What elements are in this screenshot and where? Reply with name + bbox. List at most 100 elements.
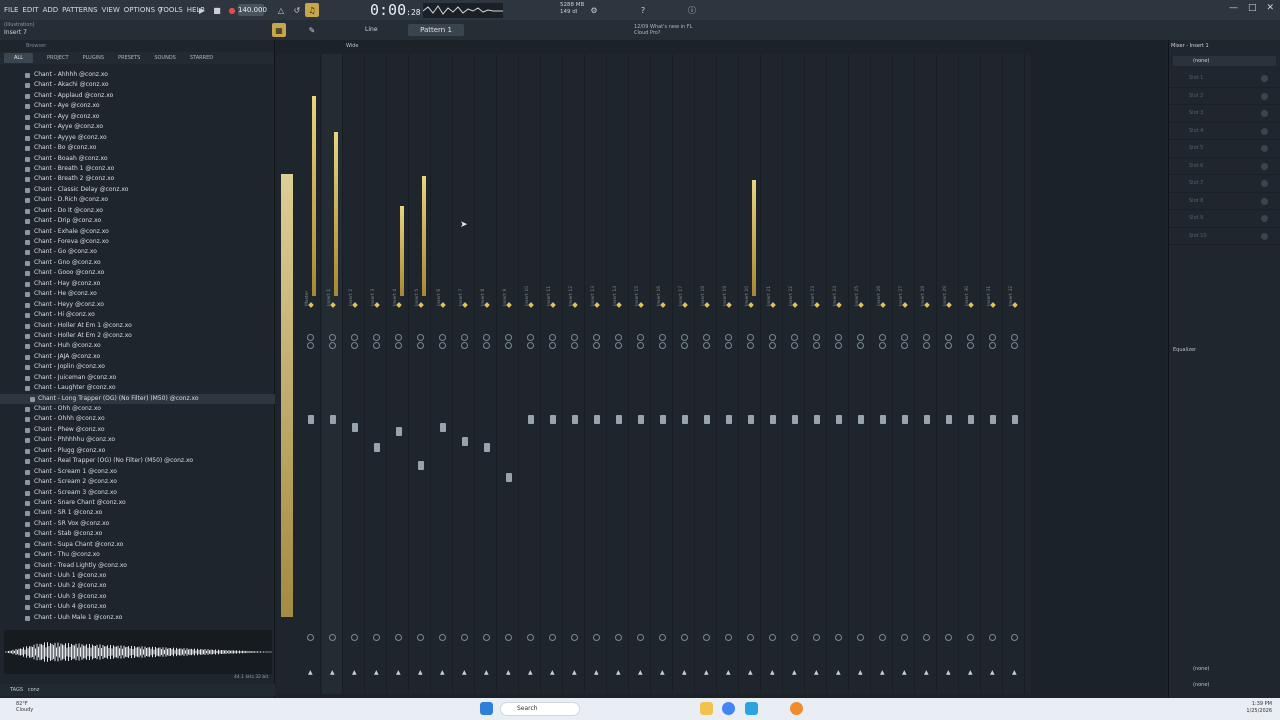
browser-tab-sounds[interactable]: SOUNDS	[154, 55, 176, 61]
list-item[interactable]: Chant - Ohhh @conz.xo	[0, 414, 275, 424]
app-icon[interactable]	[745, 702, 758, 715]
stereo-knob[interactable]	[461, 334, 468, 341]
stereo-knob[interactable]	[681, 342, 688, 349]
fx-enable-icon[interactable]	[638, 302, 644, 308]
stereo-knob[interactable]	[989, 342, 996, 349]
route-arrow-icon[interactable]: ▲	[638, 669, 643, 676]
route-arrow-icon[interactable]: ▲	[682, 669, 687, 676]
list-item[interactable]: Chant - Gooo @conz.xo	[0, 268, 275, 278]
fx-enable-icon[interactable]	[990, 302, 996, 308]
list-item[interactable]: Chant - Akachi @conz.xo	[0, 80, 275, 90]
mixer-strip-6[interactable]: Insert 6 ▲	[432, 54, 453, 694]
list-item[interactable]: Chant - Do It @conz.xo	[0, 206, 275, 216]
fx-enable-icon[interactable]	[506, 302, 512, 308]
mixer-strip-22[interactable]: Insert 22 ▲	[784, 54, 805, 694]
list-item[interactable]: Chant - Scream 3 @conz.xo	[0, 488, 275, 498]
mixer-strip-27[interactable]: Insert 27 ▲	[894, 54, 915, 694]
stereo-knob[interactable]	[461, 342, 468, 349]
input-selector[interactable]: (none)	[1173, 56, 1276, 66]
stereo-knob[interactable]	[615, 334, 622, 341]
stereo-knob[interactable]	[835, 342, 842, 349]
view-label[interactable]: Wide	[346, 43, 358, 49]
chrome-icon[interactable]	[722, 702, 735, 715]
route-arrow-icon[interactable]: ▲	[792, 669, 797, 676]
fx-enable-icon[interactable]	[726, 302, 732, 308]
stereo-knob[interactable]	[923, 334, 930, 341]
route-arrow-icon[interactable]: ▲	[858, 669, 863, 676]
list-item[interactable]: Chant - Exhale @conz.xo	[0, 227, 275, 237]
stereo-knob[interactable]	[549, 342, 556, 349]
list-item[interactable]: Chant - Uuh 3 @conz.xo	[0, 592, 275, 602]
metronome-icon[interactable]: △	[274, 3, 288, 17]
pan-knob[interactable]	[593, 634, 600, 641]
play-icon[interactable]: ▶	[195, 3, 209, 17]
fx-enable-icon[interactable]	[616, 302, 622, 308]
menu-item-view[interactable]: VIEW	[102, 6, 120, 14]
loop-icon[interactable]: ↺	[290, 3, 304, 17]
stereo-knob[interactable]	[725, 334, 732, 341]
stereo-knob[interactable]	[879, 342, 886, 349]
stereo-knob[interactable]	[989, 334, 996, 341]
volume-fader[interactable]	[462, 437, 468, 446]
explorer-icon[interactable]	[700, 702, 713, 715]
mixer-strip-5[interactable]: Insert 5 ▲	[410, 54, 431, 694]
route-arrow-icon[interactable]: ▲	[748, 669, 753, 676]
stereo-knob[interactable]	[923, 342, 930, 349]
stereo-knob[interactable]	[505, 342, 512, 349]
stereo-knob[interactable]	[769, 342, 776, 349]
route-arrow-icon[interactable]: ▲	[308, 669, 313, 676]
stereo-knob[interactable]	[725, 342, 732, 349]
pan-knob[interactable]	[461, 634, 468, 641]
pan-knob[interactable]	[901, 634, 908, 641]
volume-fader[interactable]	[704, 415, 710, 424]
mixer-strip-29[interactable]: Insert 29 ▲	[938, 54, 959, 694]
stereo-knob[interactable]	[967, 342, 974, 349]
list-item[interactable]: Chant - Tread Lightly @conz.xo	[0, 561, 275, 571]
fx-enable-icon[interactable]	[352, 302, 358, 308]
mixer-strip-2[interactable]: Insert 2 ▲	[344, 54, 365, 694]
fx-enable-icon[interactable]	[770, 302, 776, 308]
mixer-strip-28[interactable]: Insert 28 ▲	[916, 54, 937, 694]
stereo-knob[interactable]	[417, 342, 424, 349]
pan-knob[interactable]	[439, 634, 446, 641]
stereo-knob[interactable]	[373, 334, 380, 341]
mixer-strip-26[interactable]: Insert 26 ▲	[872, 54, 893, 694]
stereo-knob[interactable]	[901, 342, 908, 349]
pan-knob[interactable]	[483, 634, 490, 641]
route-arrow-icon[interactable]: ▲	[484, 669, 489, 676]
stereo-knob[interactable]	[483, 334, 490, 341]
route-arrow-icon[interactable]: ▲	[770, 669, 775, 676]
effect-slot[interactable]: Slot 10	[1169, 228, 1280, 245]
pan-knob[interactable]	[1011, 634, 1018, 641]
mixer-strip-24[interactable]: Insert 24 ▲	[828, 54, 849, 694]
stereo-knob[interactable]	[879, 334, 886, 341]
route-arrow-icon[interactable]: ▲	[550, 669, 555, 676]
record-icon[interactable]: ●	[225, 3, 239, 17]
mixer-strip-25[interactable]: Insert 25 ▲	[850, 54, 871, 694]
stereo-knob[interactable]	[527, 334, 534, 341]
stereo-knob[interactable]	[593, 342, 600, 349]
route-arrow-icon[interactable]: ▲	[462, 669, 467, 676]
route-arrow-icon[interactable]: ▲	[968, 669, 973, 676]
fx-enable-icon[interactable]	[308, 302, 314, 308]
volume-fader[interactable]	[660, 415, 666, 424]
weather-widget[interactable]: 82°F Cloudy	[16, 701, 33, 713]
mixer-strip-15[interactable]: Insert 15 ▲	[630, 54, 651, 694]
pan-knob[interactable]	[373, 634, 380, 641]
list-item[interactable]: Chant - Ayye @conz.xo	[0, 122, 275, 132]
browser-tab-presets[interactable]: PRESETS	[118, 55, 140, 61]
stereo-knob[interactable]	[747, 342, 754, 349]
mixer-strip-20[interactable]: Insert 20 ▲	[740, 54, 761, 694]
pan-knob[interactable]	[747, 634, 754, 641]
stereo-knob[interactable]	[835, 334, 842, 341]
mixer-strip-7[interactable]: Insert 7 ▲	[454, 54, 475, 694]
fx-enable-icon[interactable]	[660, 302, 666, 308]
route-arrow-icon[interactable]: ▲	[946, 669, 951, 676]
list-item[interactable]: Chant - SR 1 @conz.xo	[0, 508, 275, 518]
stereo-knob[interactable]	[417, 334, 424, 341]
settings-icon[interactable]: ⚙	[587, 3, 601, 17]
browser-tab-plugins[interactable]: PLUGINS	[83, 55, 104, 61]
browser-tab-starred[interactable]: STARRED	[190, 55, 213, 61]
stereo-knob[interactable]	[571, 334, 578, 341]
pan-knob[interactable]	[791, 634, 798, 641]
